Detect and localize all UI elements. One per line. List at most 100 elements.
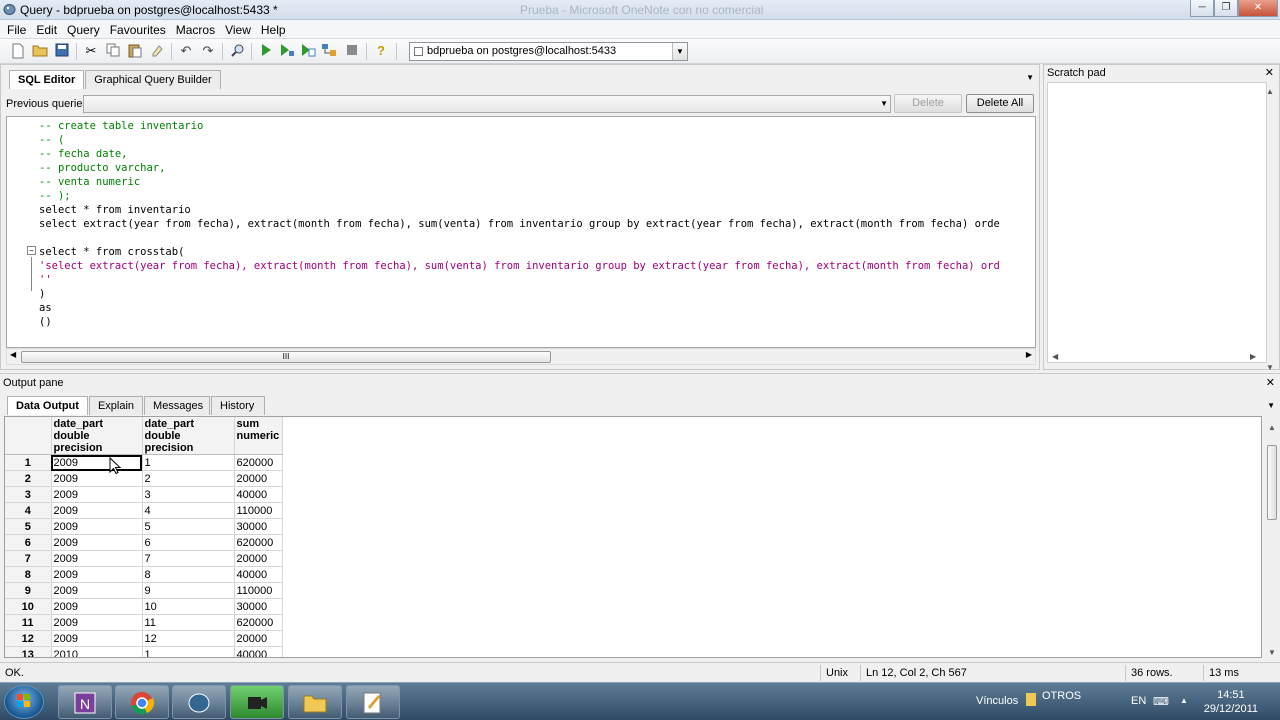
close-button[interactable]: ✕ (1238, 0, 1278, 17)
table-cell[interactable]: 20000 (234, 470, 283, 487)
table-cell[interactable]: 1 (142, 646, 235, 657)
editor-horizontal-scrollbar[interactable]: ◀ III ▶ (6, 348, 1036, 365)
table-cell[interactable]: 620000 (234, 534, 283, 551)
save-icon[interactable] (54, 43, 70, 59)
table-row[interactable]: 7 2009 7 20000 (5, 550, 283, 567)
tab-history[interactable]: History (211, 396, 266, 415)
table-row[interactable]: 1 2009 1 620000 (5, 454, 283, 471)
pgadmin-taskbar-icon[interactable] (172, 685, 226, 719)
delete-all-button[interactable]: Delete All (966, 94, 1034, 113)
chevron-down-icon[interactable]: ▼ (672, 43, 687, 60)
row-number[interactable]: 3 (5, 486, 52, 503)
table-cell[interactable]: 1 (142, 454, 235, 471)
table-row[interactable]: 8 2009 8 40000 (5, 566, 283, 583)
sql-code-editor[interactable]: − -- create table inventario -- ( -- fec… (6, 116, 1036, 348)
language-indicator[interactable]: EN (1131, 695, 1146, 707)
new-file-icon[interactable] (10, 43, 26, 59)
data-output-grid[interactable]: date_part double precision date_part doubl… (4, 416, 1262, 658)
scroll-down-icon[interactable]: ▼ (1268, 648, 1276, 657)
menu-macros[interactable]: Macros (171, 20, 220, 38)
scroll-right-icon[interactable]: ▶ (1026, 350, 1032, 359)
undo-icon[interactable]: ↶ (178, 43, 194, 59)
scroll-left-icon[interactable]: ◀ (10, 350, 16, 359)
execute-icon[interactable] (258, 43, 274, 59)
table-cell[interactable]: 8 (142, 566, 235, 583)
cancel-query-icon[interactable] (344, 43, 360, 59)
table-cell[interactable]: 2009 (51, 502, 143, 519)
column-header[interactable]: date_part double precision (51, 417, 143, 455)
table-row[interactable]: 12 2009 12 20000 (5, 630, 283, 647)
table-cell[interactable]: 30000 (234, 518, 283, 535)
table-row[interactable]: 10 2009 10 30000 (5, 598, 283, 615)
help-icon[interactable]: ? (373, 43, 389, 59)
table-cell[interactable]: 4 (142, 502, 235, 519)
menu-file[interactable]: File (2, 20, 31, 38)
scroll-up-icon[interactable]: ▲ (1268, 423, 1276, 432)
cut-icon[interactable]: ✂ (83, 43, 99, 59)
table-cell[interactable]: 2009 (51, 598, 143, 615)
table-cell[interactable]: 2 (142, 470, 235, 487)
copy-icon[interactable] (105, 43, 121, 59)
paste-icon[interactable] (127, 43, 143, 59)
scroll-left-icon[interactable]: ◀ (1052, 352, 1058, 361)
close-icon[interactable]: ✕ (1266, 376, 1275, 389)
table-cell[interactable]: 3 (142, 486, 235, 503)
tab-data-output[interactable]: Data Output (7, 396, 88, 415)
row-number[interactable]: 8 (5, 566, 52, 583)
table-cell[interactable]: 40000 (234, 566, 283, 583)
table-cell[interactable]: 10 (142, 598, 235, 615)
minimize-button[interactable]: ─ (1190, 0, 1214, 17)
table-cell[interactable]: 6 (142, 534, 235, 551)
explorer-taskbar-icon[interactable] (288, 685, 342, 719)
onenote-taskbar-icon[interactable]: N (58, 685, 112, 719)
row-number[interactable]: 7 (5, 550, 52, 567)
scrollbar-thumb[interactable]: III (21, 351, 551, 363)
table-cell[interactable]: 620000 (234, 454, 283, 471)
menu-query[interactable]: Query (62, 20, 105, 38)
clear-icon[interactable] (149, 43, 165, 59)
row-number[interactable]: 2 (5, 470, 52, 487)
table-row[interactable]: 6 2009 6 620000 (5, 534, 283, 551)
table-cell[interactable]: 9 (142, 582, 235, 599)
table-cell[interactable]: 2009 (51, 550, 143, 567)
table-cell[interactable]: 2009 (51, 614, 143, 631)
find-icon[interactable] (229, 43, 245, 59)
tray-expand-icon[interactable]: ▲ (1180, 696, 1188, 705)
tab-explain[interactable]: Explain (88, 396, 144, 415)
previous-queries-select[interactable]: ▼ (83, 95, 891, 113)
vinculos-toolbar[interactable]: Vínculos (976, 695, 1018, 707)
menu-help[interactable]: Help (256, 20, 291, 38)
panel-menu-icon[interactable]: ▼ (1026, 73, 1034, 82)
table-cell[interactable]: 2009 (51, 486, 143, 503)
otros-folder[interactable]: OTROS (1042, 690, 1081, 702)
table-cell[interactable]: 7 (142, 550, 235, 567)
table-cell[interactable]: 110000 (234, 582, 283, 599)
system-clock[interactable]: 14:51 29/12/2011 (1204, 688, 1258, 716)
tab-sql-editor[interactable]: SQL Editor (9, 70, 85, 89)
recorder-taskbar-icon[interactable] (230, 685, 284, 719)
start-button[interactable] (4, 685, 44, 719)
menu-view[interactable]: View (220, 20, 256, 38)
table-cell[interactable]: 2010 (51, 646, 143, 657)
table-cell[interactable]: 11 (142, 614, 235, 631)
execute-pgscript-icon[interactable] (279, 43, 295, 59)
table-cell[interactable]: 5 (142, 518, 235, 535)
table-row[interactable]: 4 2009 4 110000 (5, 502, 283, 519)
scratch-vertical-scrollbar[interactable]: ▲ ▼ (1266, 87, 1278, 372)
tab-messages[interactable]: Messages (144, 396, 211, 415)
table-cell[interactable]: 20000 (234, 630, 283, 647)
grid-vertical-scrollbar[interactable]: ▲ ▼ (1266, 423, 1278, 657)
table-cell[interactable]: 2009 (51, 470, 143, 487)
menu-favourites[interactable]: Favourites (105, 20, 171, 38)
tab-graphical-query-builder[interactable]: Graphical Query Builder (85, 70, 221, 89)
fold-marker-icon[interactable]: − (27, 246, 36, 255)
table-cell[interactable]: 620000 (234, 614, 283, 631)
close-icon[interactable]: ✕ (1265, 66, 1274, 79)
row-number[interactable]: 12 (5, 630, 52, 647)
connection-select[interactable]: bdprueba on postgres@localhost:5433 ▼ (409, 42, 688, 61)
row-number[interactable]: 11 (5, 614, 52, 631)
table-cell[interactable]: 12 (142, 630, 235, 647)
row-number[interactable]: 10 (5, 598, 52, 615)
table-row[interactable]: 2 2009 2 20000 (5, 470, 283, 487)
column-header[interactable]: sum numeric (234, 417, 283, 455)
